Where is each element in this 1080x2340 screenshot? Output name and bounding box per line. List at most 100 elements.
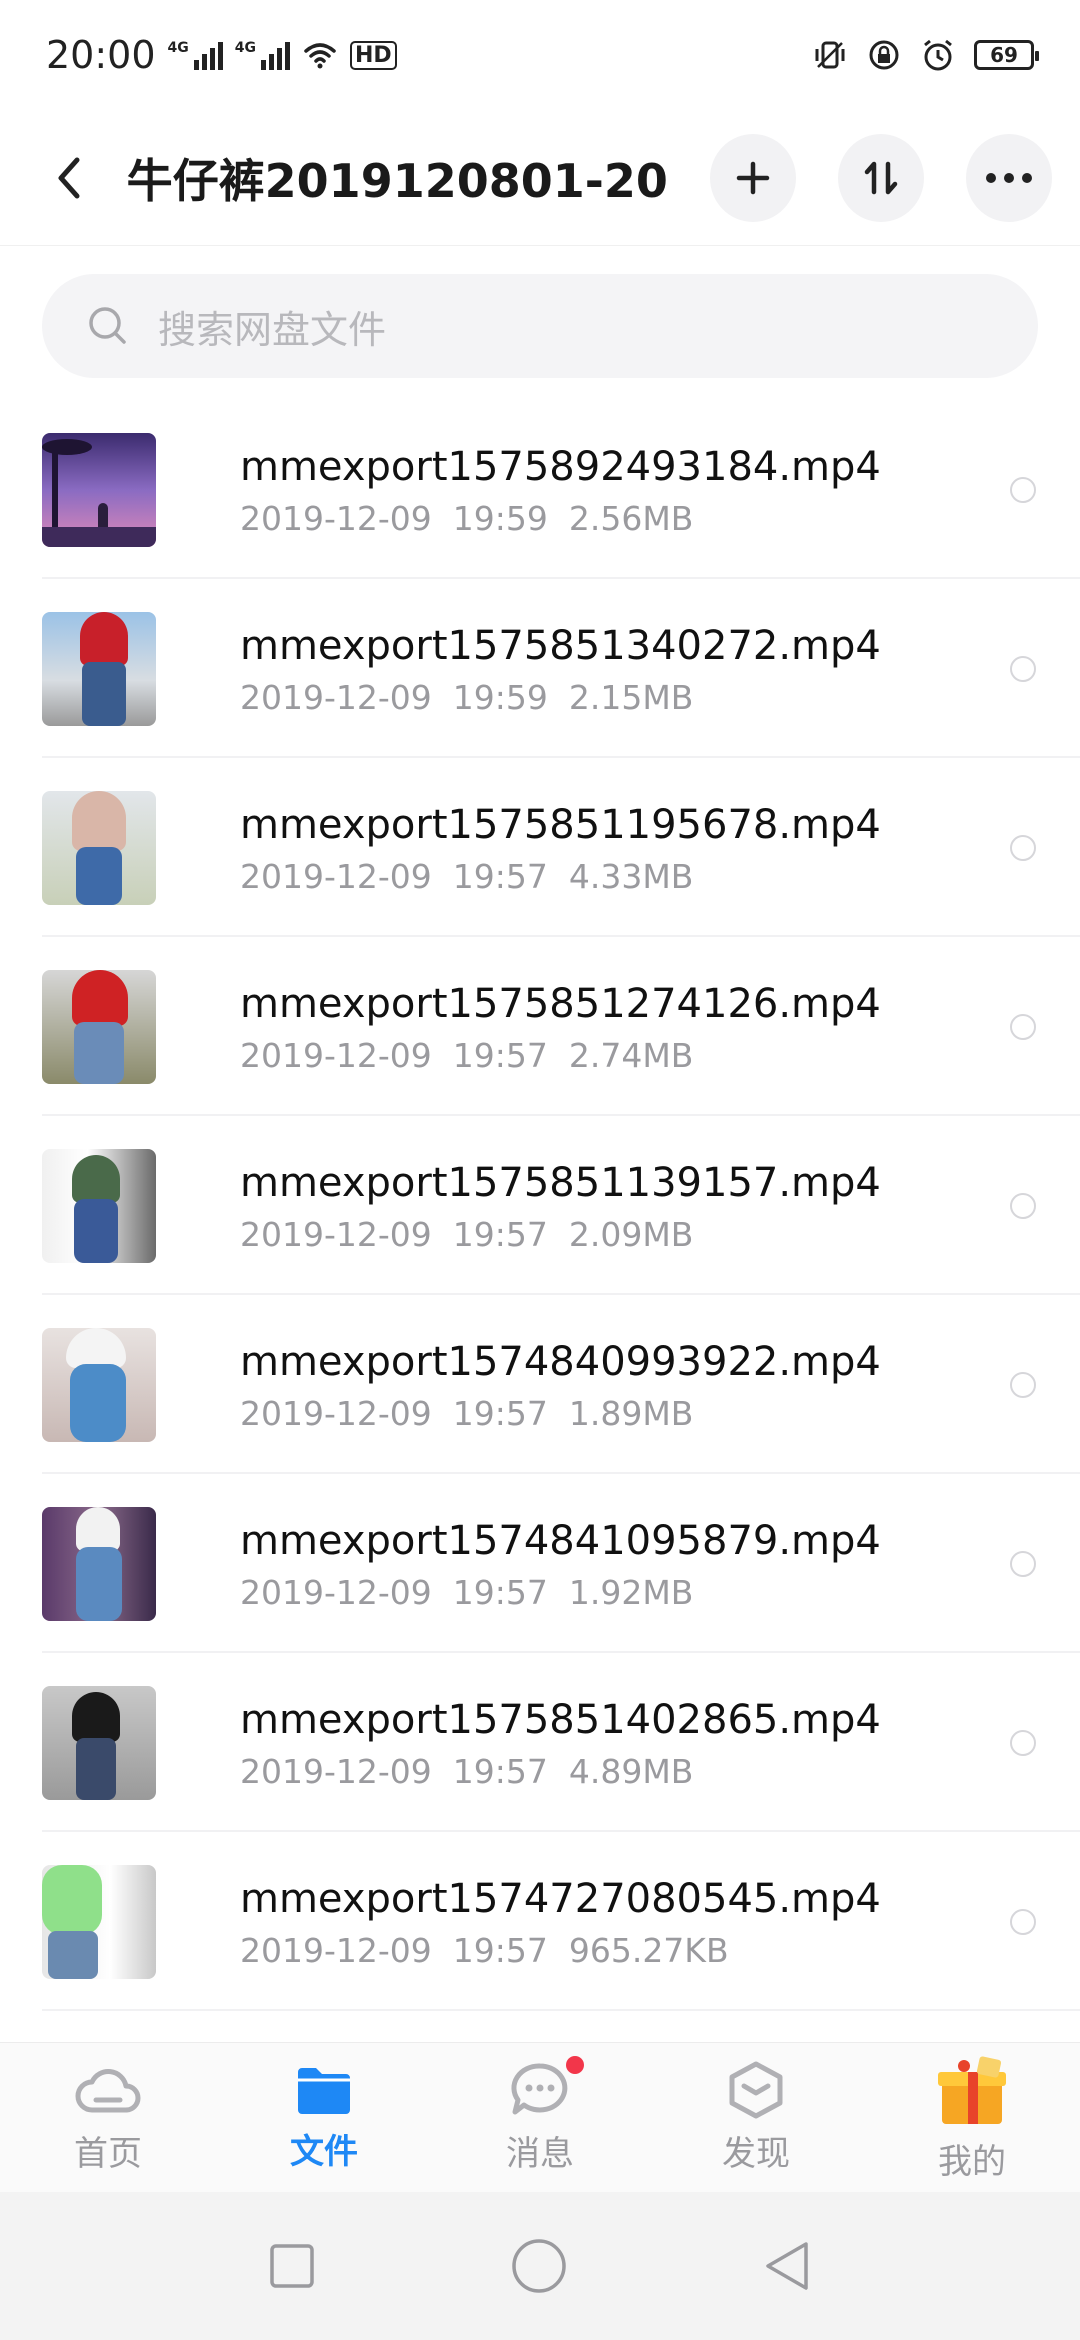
video-thumbnail xyxy=(42,1864,156,1979)
video-thumbnail xyxy=(42,611,156,726)
cloud-icon xyxy=(75,2069,141,2113)
file-info: mmexport1575851139157.mp4 2019-12-09 19:… xyxy=(240,1157,1010,1254)
nav-item-home[interactable]: 首页 xyxy=(8,2060,208,2175)
status-time: 20:00 xyxy=(46,33,156,77)
list-item[interactable]: mmexport1574840993922.mp4 2019-12-09 19:… xyxy=(0,1295,1080,1474)
network-label: 4G xyxy=(234,40,256,56)
nav-label: 发现 xyxy=(722,2134,790,2174)
add-button[interactable] xyxy=(709,133,796,222)
bottom-nav: 首页 文件 消息 发现 我的 xyxy=(0,2042,1080,2192)
sort-button[interactable] xyxy=(837,133,924,222)
alarm-icon xyxy=(924,39,952,71)
video-thumbnail xyxy=(42,432,156,547)
search-placeholder: 搜索网盘文件 xyxy=(158,307,387,352)
file-info: mmexport1575851340272.mp4 2019-12-09 19:… xyxy=(240,620,1010,717)
sort-icon xyxy=(864,161,898,194)
recents-button[interactable] xyxy=(268,2242,316,2290)
select-checkbox[interactable] xyxy=(1010,834,1036,861)
home-button[interactable] xyxy=(511,2238,567,2294)
list-item[interactable]: mmexport1574727080545.mp4 2019-12-09 19:… xyxy=(0,1832,1080,2011)
list-item[interactable]: mmexport1575851195678.mp4 2019-12-09 19:… xyxy=(0,758,1080,937)
file-name: mmexport1574841095879.mp4 xyxy=(240,1518,881,1564)
back-nav-button[interactable] xyxy=(762,2240,812,2292)
list-item[interactable]: mmexport1575851139157.mp4 2019-12-09 19:… xyxy=(0,1116,1080,1295)
rotation-lock-icon xyxy=(869,40,899,70)
more-icon xyxy=(985,172,1032,183)
nav-label: 首页 xyxy=(74,2134,142,2174)
plus-icon xyxy=(736,161,770,194)
file-list: mmexport1575892493184.mp4 2019-12-09 19:… xyxy=(0,400,1080,2042)
file-name: mmexport1574840993922.mp4 xyxy=(240,1339,881,1385)
battery-icon: 69 xyxy=(974,40,1039,70)
file-meta: 2019-12-09 19:57 2.09MB xyxy=(240,1215,694,1254)
search-input[interactable]: 搜索网盘文件 xyxy=(42,274,1038,378)
file-meta: 2019-12-09 19:57 965.27KB xyxy=(240,1931,729,1970)
select-checkbox[interactable] xyxy=(1010,1013,1036,1040)
nav-label: 文件 xyxy=(290,2132,358,2172)
list-item[interactable]: mmexport1575892493184.mp4 2019-12-09 19:… xyxy=(0,400,1080,579)
chat-icon xyxy=(511,2063,568,2115)
back-arrow-icon xyxy=(58,157,80,198)
select-checkbox[interactable] xyxy=(1010,1908,1036,1935)
search-icon xyxy=(89,307,126,344)
file-info: mmexport1575851195678.mp4 2019-12-09 19:… xyxy=(240,799,1010,896)
back-button[interactable] xyxy=(40,148,99,208)
select-checkbox[interactable] xyxy=(1010,1729,1036,1756)
signal-icon: 4G xyxy=(235,40,290,70)
file-meta: 2019-12-09 19:57 4.33MB xyxy=(240,857,694,896)
page-title: 牛仔裤2019120801-20 xyxy=(126,153,668,208)
nav-item-files[interactable]: 文件 xyxy=(224,2062,424,2173)
file-name: mmexport1575851195678.mp4 xyxy=(240,802,881,848)
nav-item-me[interactable]: 我的 xyxy=(872,2052,1072,2183)
list-item[interactable]: mmexport1575851274126.mp4 2019-12-09 19:… xyxy=(0,937,1080,1116)
list-item-partial[interactable] xyxy=(0,2011,1080,2042)
file-info: mmexport1574841095879.mp4 2019-12-09 19:… xyxy=(240,1515,1010,1612)
file-name: mmexport1575851139157.mp4 xyxy=(240,1160,881,1206)
file-info: mmexport1575892493184.mp4 2019-12-09 19:… xyxy=(240,441,1010,538)
file-name: mmexport1575851274126.mp4 xyxy=(240,981,881,1027)
video-thumbnail xyxy=(42,790,156,905)
status-right: 69 xyxy=(812,37,1039,73)
file-meta: 2019-12-09 19:59 2.15MB xyxy=(240,678,694,717)
select-checkbox[interactable] xyxy=(1010,1192,1036,1219)
screen: 20:00 4G 4G HD 69 牛仔裤2019120801-20 搜索网盘文… xyxy=(0,0,1080,2340)
notification-dot xyxy=(566,2056,584,2074)
file-info: mmexport1574727080545.mp4 2019-12-09 19:… xyxy=(240,1873,1010,1970)
file-meta: 2019-12-09 19:57 2.74MB xyxy=(240,1036,694,1075)
file-name: mmexport1575892493184.mp4 xyxy=(240,444,881,490)
nav-item-messages[interactable]: 消息 xyxy=(440,2056,640,2175)
nav-label: 我的 xyxy=(938,2142,1006,2182)
folder-icon xyxy=(298,2068,350,2114)
system-nav-bar xyxy=(0,2192,1080,2340)
status-left: 20:00 4G 4G HD xyxy=(46,33,397,77)
network-label: 4G xyxy=(167,40,189,56)
select-checkbox[interactable] xyxy=(1010,476,1036,503)
discover-icon xyxy=(729,2061,783,2119)
file-info: mmexport1574840993922.mp4 2019-12-09 19:… xyxy=(240,1336,1010,1433)
video-thumbnail xyxy=(42,1685,156,1800)
file-info: mmexport1575851274126.mp4 2019-12-09 19:… xyxy=(240,978,1010,1075)
file-meta: 2019-12-09 19:57 4.89MB xyxy=(240,1752,694,1791)
video-thumbnail xyxy=(42,1506,156,1621)
select-checkbox[interactable] xyxy=(1010,1550,1036,1577)
vibrate-icon xyxy=(815,41,845,69)
video-thumbnail xyxy=(42,969,156,1084)
list-item[interactable]: mmexport1574841095879.mp4 2019-12-09 19:… xyxy=(0,1474,1080,1653)
header: 牛仔裤2019120801-20 xyxy=(0,110,1080,246)
list-item[interactable]: mmexport1575851340272.mp4 2019-12-09 19:… xyxy=(0,579,1080,758)
nav-label: 消息 xyxy=(506,2134,574,2174)
file-name: mmexport1574727080545.mp4 xyxy=(240,1876,881,1922)
video-thumbnail xyxy=(42,1148,156,1263)
video-thumbnail xyxy=(42,1327,156,1442)
select-checkbox[interactable] xyxy=(1010,1371,1036,1398)
hd-icon: HD xyxy=(349,40,397,70)
file-name: mmexport1575851340272.mp4 xyxy=(240,623,881,669)
file-meta: 2019-12-09 19:59 2.56MB xyxy=(240,499,694,538)
select-checkbox[interactable] xyxy=(1010,655,1036,682)
file-meta: 2019-12-09 19:57 1.89MB xyxy=(240,1394,694,1433)
more-button[interactable] xyxy=(965,133,1052,222)
list-item[interactable]: mmexport1575851402865.mp4 2019-12-09 19:… xyxy=(0,1653,1080,1832)
gift-icon xyxy=(938,2056,1006,2124)
nav-item-discover[interactable]: 发现 xyxy=(656,2060,856,2175)
signal-icon: 4G xyxy=(168,40,223,70)
